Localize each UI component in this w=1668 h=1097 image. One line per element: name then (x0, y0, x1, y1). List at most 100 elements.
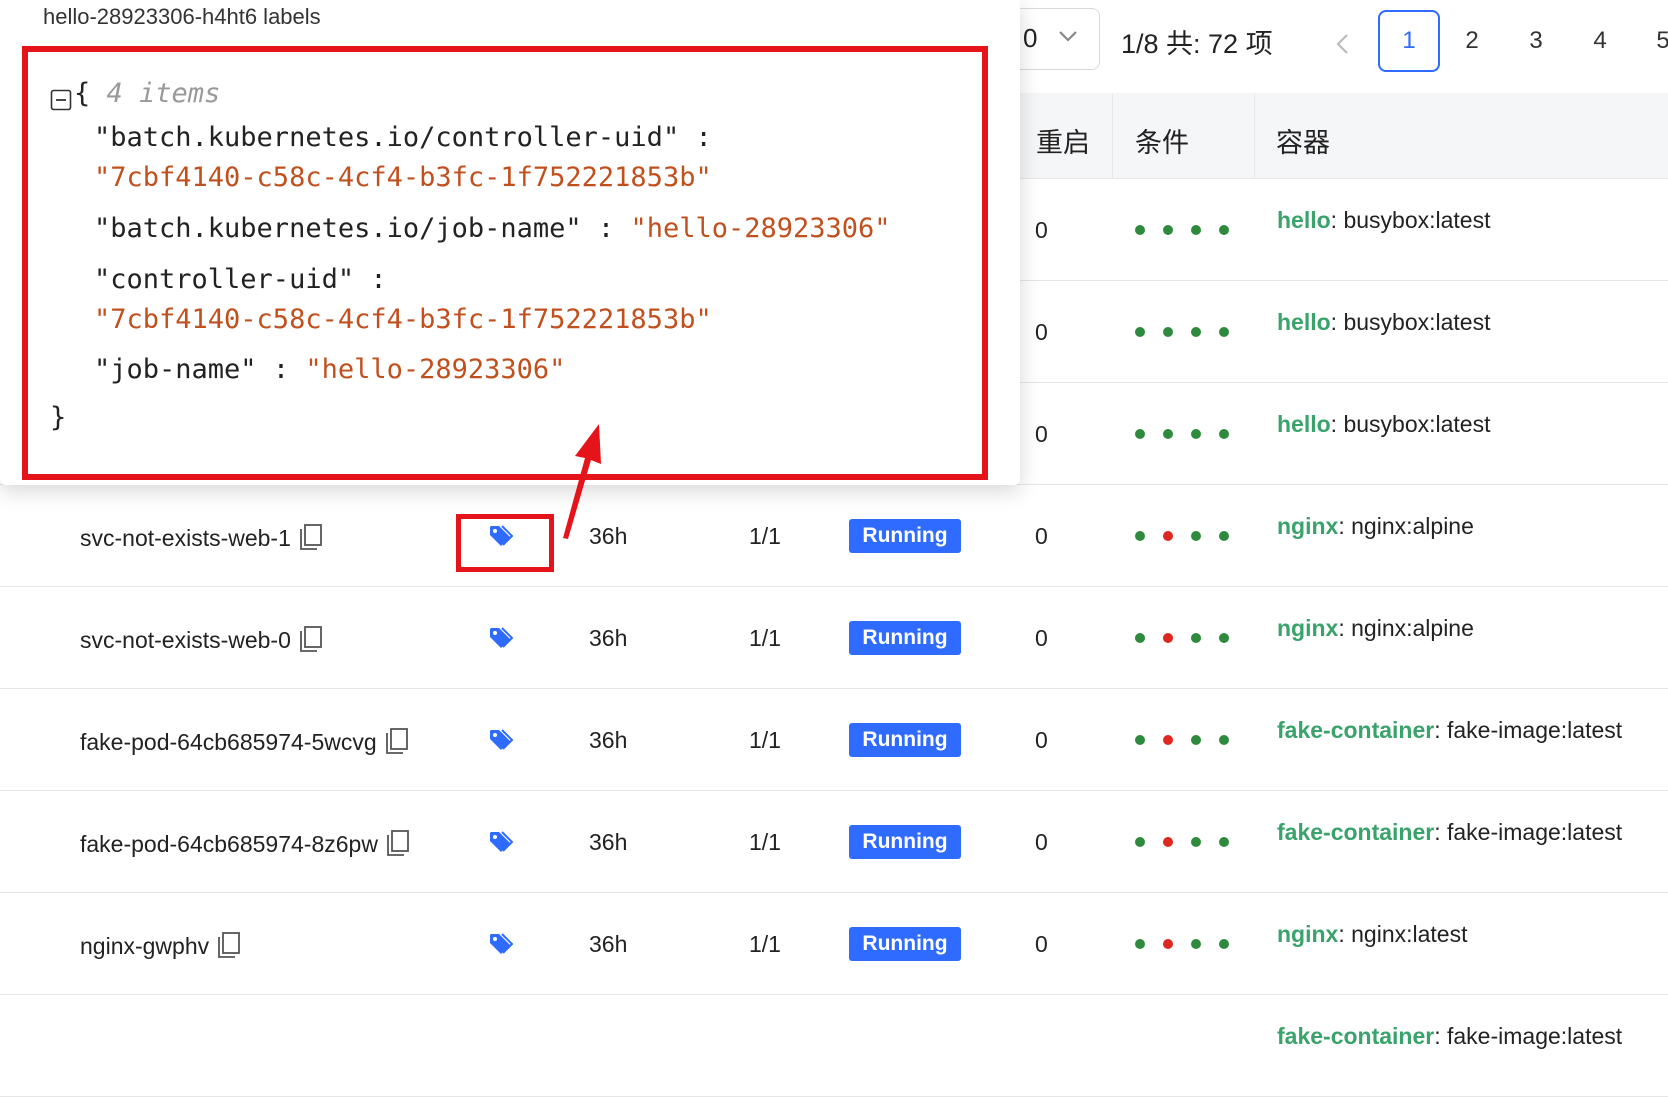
column-header-containers[interactable]: 容器 (1276, 121, 1330, 160)
annotation-arrow-icon (563, 424, 601, 539)
container-name: nginx (1277, 513, 1339, 539)
pod-restarts: 0 (1035, 625, 1048, 651)
pod-name-text: fake-pod-64cb685974-8z6pw (80, 831, 378, 857)
page-button-3[interactable]: 3 (1505, 10, 1567, 72)
json-colon: : (256, 354, 290, 385)
json-item-count: 4 items (106, 78, 221, 109)
pod-restarts: 0 (1035, 523, 1048, 549)
container-image: : nginx:latest (1338, 921, 1468, 947)
pod-restarts: 0 (1035, 931, 1048, 957)
status-badge: Running (849, 927, 961, 961)
status-badge: Running (849, 519, 961, 553)
table-row: svc-not-exists-web-0 36h 1/1 Running 0 n… (0, 587, 1668, 689)
pod-name[interactable]: svc-not-exists-web-0 (80, 625, 323, 654)
json-value: "7cbf4140-c58c-4cf4-b3fc-1f752221853b" (94, 304, 712, 335)
pod-restarts: 0 (1035, 217, 1048, 243)
condition-dots (1135, 225, 1245, 237)
condition-dot (1219, 531, 1229, 541)
page-button-1[interactable]: 1 (1378, 10, 1440, 72)
json-colon: : (581, 213, 615, 244)
pod-restarts: 0 (1035, 421, 1048, 447)
pod-age: 36h (589, 625, 628, 651)
json-value: "hello-28923306" (630, 213, 891, 244)
column-header-restarts[interactable]: 重启 (1036, 121, 1090, 160)
container-info: hello: busybox:latest (1277, 309, 1490, 336)
pod-name[interactable]: fake-pod-64cb685974-5wcvg (80, 727, 409, 756)
tag-icon[interactable] (488, 931, 514, 957)
collapse-minus-icon[interactable] (50, 89, 72, 111)
container-image: : fake-image:latest (1434, 1023, 1623, 1049)
json-open-line: { 4 items (74, 78, 220, 109)
condition-dot (1191, 735, 1201, 745)
tag-icon[interactable] (488, 727, 514, 753)
condition-dot (1135, 429, 1145, 439)
condition-dots (1135, 633, 1245, 645)
status-badge: Running (849, 825, 961, 859)
pod-ready: 1/1 (749, 727, 781, 753)
chevron-left-icon[interactable] (1330, 28, 1356, 60)
condition-dot (1191, 225, 1201, 235)
condition-dot (1135, 225, 1145, 235)
copy-icon[interactable] (385, 727, 409, 755)
condition-dot (1163, 939, 1173, 949)
json-value: "hello-28923306" (305, 354, 566, 385)
condition-dot (1191, 429, 1201, 439)
container-image: : busybox:latest (1330, 411, 1491, 437)
page-button-4[interactable]: 4 (1569, 10, 1631, 72)
condition-dots (1135, 939, 1245, 951)
condition-dot (1191, 531, 1201, 541)
page-button-5[interactable]: 5 (1632, 10, 1668, 72)
json-value: "7cbf4140-c58c-4cf4-b3fc-1f752221853b" (94, 162, 712, 193)
condition-dots (1135, 327, 1245, 339)
condition-dots (1135, 429, 1245, 441)
pod-name-text: nginx-gwphv (80, 933, 210, 959)
pod-restarts: 0 (1035, 829, 1048, 855)
condition-dot (1135, 531, 1145, 541)
container-info: fake-container: fake-image:latest (1277, 717, 1622, 744)
column-header-conditions[interactable]: 条件 (1135, 121, 1189, 160)
container-image: : busybox:latest (1330, 309, 1491, 335)
container-info: nginx: nginx:latest (1277, 921, 1467, 948)
pod-name[interactable]: nginx-gwphv (80, 931, 241, 960)
container-info: nginx: nginx:alpine (1277, 615, 1474, 642)
table-row: svc-not-exists-web-1 36h 1/1 Running 0 n… (0, 485, 1668, 587)
json-entry: "controller-uid" : (94, 264, 387, 295)
container-name: fake-container (1277, 1023, 1435, 1049)
container-info: fake-container: fake-image:latest (1277, 1023, 1622, 1050)
condition-dot (1191, 939, 1201, 949)
condition-dot (1163, 633, 1173, 643)
condition-dot (1163, 837, 1173, 847)
copy-icon[interactable] (217, 931, 241, 959)
table-row: fake-container: fake-image:latest (0, 995, 1668, 1097)
page-button-2[interactable]: 2 (1441, 10, 1503, 72)
pod-name-text: svc-not-exists-web-1 (80, 525, 291, 551)
pod-name[interactable]: fake-pod-64cb685974-8z6pw (80, 829, 410, 858)
container-image: : nginx:alpine (1338, 513, 1474, 539)
json-entry: "job-name" : "hello-28923306" (94, 354, 565, 385)
pod-age: 36h (589, 829, 628, 855)
container-info: hello: busybox:latest (1277, 207, 1490, 234)
pod-name-text: svc-not-exists-web-0 (80, 627, 291, 653)
container-name: hello (1277, 207, 1331, 233)
copy-icon[interactable] (299, 625, 323, 653)
condition-dot (1219, 429, 1229, 439)
tag-icon[interactable] (488, 829, 514, 855)
json-key: "controller-uid" (94, 264, 355, 295)
page-size-value: 0 (1023, 23, 1038, 53)
condition-dot (1135, 633, 1145, 643)
pod-age: 36h (589, 727, 628, 753)
tag-icon[interactable] (488, 625, 514, 651)
condition-dots (1135, 531, 1245, 543)
condition-dot (1219, 327, 1229, 337)
pod-ready: 1/1 (749, 523, 781, 549)
popover-title: hello-28923306-h4ht6 labels (43, 4, 321, 29)
container-name: fake-container (1277, 819, 1435, 845)
copy-icon[interactable] (299, 523, 323, 551)
copy-icon[interactable] (386, 829, 410, 857)
pod-age: 36h (589, 931, 628, 957)
table-row: fake-pod-64cb685974-5wcvg 36h 1/1 Runnin… (0, 689, 1668, 791)
container-info: fake-container: fake-image:latest (1277, 819, 1622, 846)
pod-name[interactable]: svc-not-exists-web-1 (80, 523, 323, 552)
condition-dot (1191, 633, 1201, 643)
json-colon: : (354, 264, 387, 295)
